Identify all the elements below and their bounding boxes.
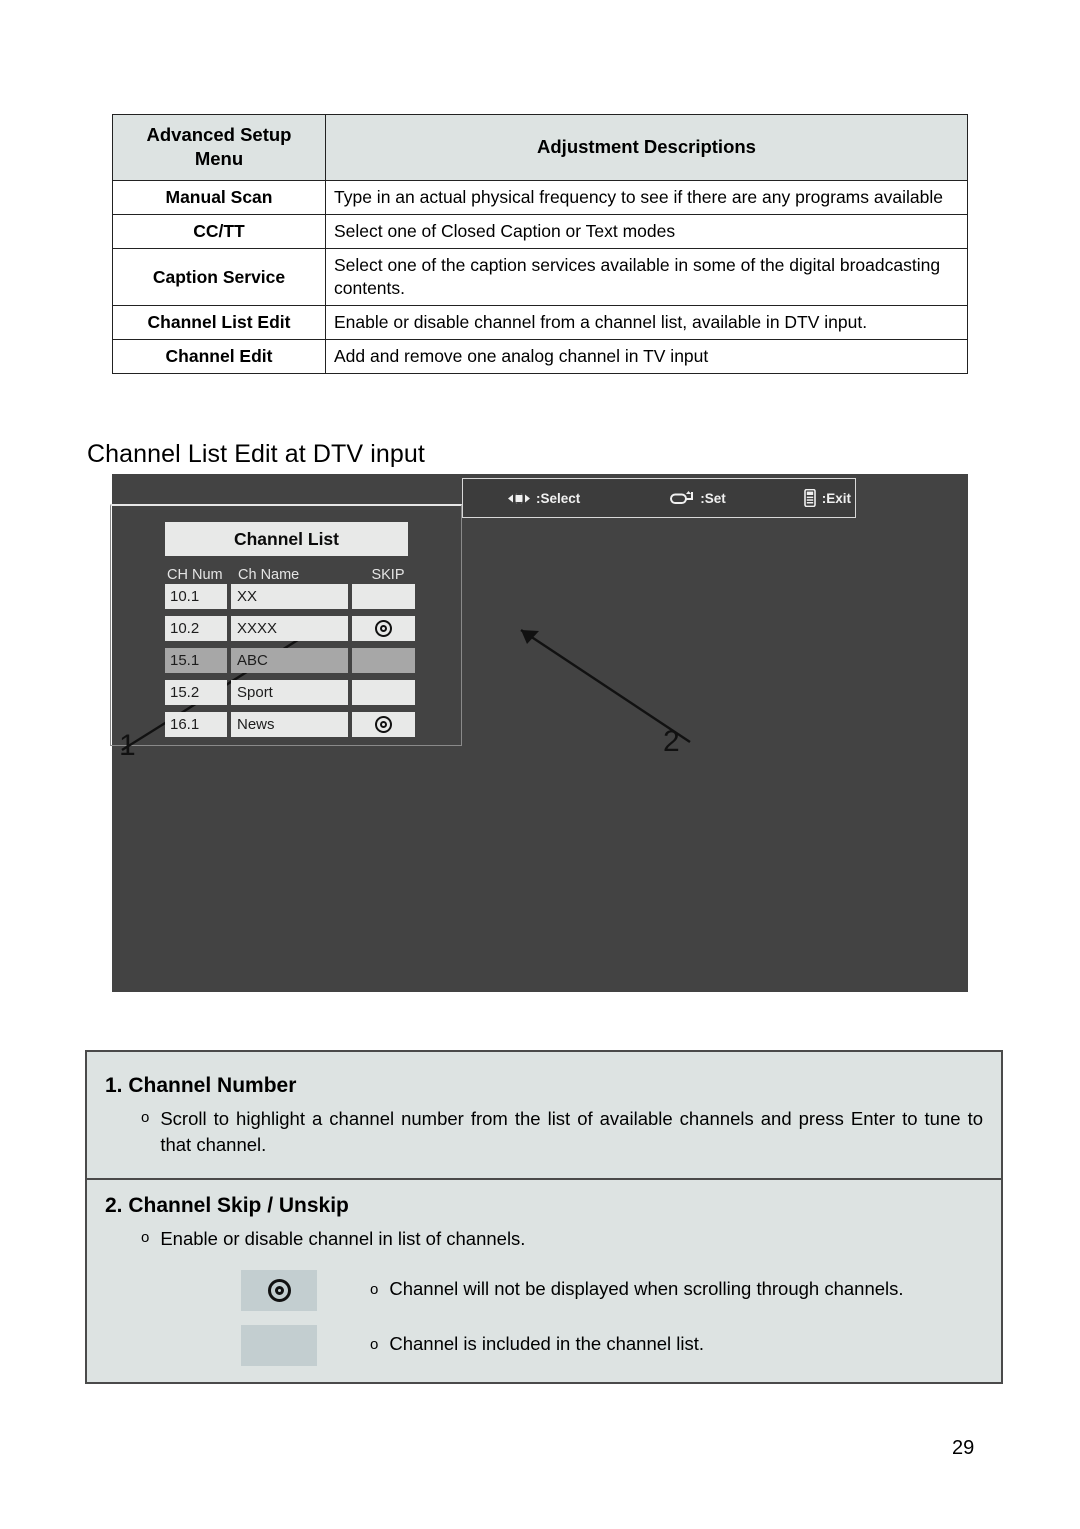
enter-icon [670, 490, 694, 506]
channel-list-grid: CH Num Ch Name SKIP 10.1 XX 10.2 XXXX 15… [165, 563, 421, 744]
table-row: Manual Scan Type in an actual physical f… [112, 179, 968, 215]
menu-description: Enable or disable channel from a channel… [325, 305, 968, 341]
hint-set-label: :Set [700, 490, 726, 506]
channel-number-cell[interactable]: 15.2 [165, 680, 227, 705]
channel-row[interactable]: 10.1 XX [165, 584, 421, 609]
column-header-ch-num: CH Num [167, 567, 223, 583]
channel-skip-cell[interactable] [352, 584, 415, 609]
remote-icon [803, 489, 816, 507]
column-header-menu: Advanced Setup Menu [112, 114, 326, 181]
hint-exit-label: :Exit [821, 490, 852, 506]
channel-skip-cell[interactable] [352, 648, 415, 673]
menu-description: Type in an actual physical frequency to … [325, 179, 968, 215]
page-number: 29 [952, 1437, 975, 1459]
table-row: CC/TT Select one of Closed Caption or Te… [112, 213, 968, 250]
hint-exit: :Exit [803, 489, 852, 507]
bullet-icon: o [141, 1228, 150, 1246]
note-bullet: o Scroll to highlight a channel number f… [105, 1106, 983, 1158]
bullet-icon: o [370, 1336, 379, 1354]
skip-marker-icon [375, 716, 392, 733]
legend-label: Channel will not be displayed when scrol… [389, 1278, 904, 1300]
osd-hint-bar: :Select :Set :Exit [462, 478, 856, 518]
channel-row[interactable]: 15.2 Sport [165, 680, 421, 705]
page-title: Channel List Edit at DTV input [87, 440, 425, 468]
note-text: Scroll to highlight a channel number fro… [160, 1108, 983, 1155]
legend-row-skip-on: o Channel will not be displayed when scr… [105, 1269, 983, 1311]
channel-row[interactable]: 15.1 ABC [165, 648, 421, 673]
menu-name: CC/TT [112, 213, 326, 250]
legend-label: Channel is included in the channel list. [389, 1333, 705, 1355]
column-header-descriptions: Adjustment Descriptions [325, 114, 968, 181]
channel-skip-cell[interactable] [352, 680, 415, 705]
dpad-icon [508, 490, 530, 506]
callout-number-1: 1 [119, 729, 136, 762]
note-block-channel-skip: 2. Channel Skip / Unskip o Enable or dis… [87, 1177, 1001, 1382]
hint-select-label: :Select [536, 490, 581, 506]
menu-name: Caption Service [112, 247, 326, 307]
channel-name-cell: XXXX [231, 616, 348, 641]
callout-number-2: 2 [663, 725, 680, 758]
note-bullet: o Enable or disable channel in list of c… [105, 1226, 983, 1252]
legend-swatch-skip-off [241, 1324, 317, 1366]
column-header-ch-name: Ch Name [238, 567, 300, 583]
menu-description: Select one of Closed Caption or Text mod… [325, 213, 968, 250]
channel-skip-cell[interactable] [352, 616, 415, 641]
table-row: Caption Service Select one of the captio… [112, 247, 968, 307]
menu-name: Manual Scan [112, 179, 326, 215]
table-row: Channel Edit Add and remove one analog c… [112, 339, 968, 375]
hint-set: :Set [670, 490, 726, 506]
menu-name: Channel Edit [112, 339, 326, 375]
skip-marker-icon [375, 620, 392, 637]
column-header-skip: SKIP [371, 567, 405, 583]
legend-row-skip-off: o Channel is included in the channel lis… [105, 1324, 983, 1366]
note-title: 2. Channel Skip / Unskip [105, 1193, 349, 1217]
legend-text-skip-on: o Channel will not be displayed when scr… [370, 1278, 904, 1302]
legend-swatch-skip-on [241, 1269, 317, 1311]
channel-row[interactable]: 16.1 News [165, 712, 421, 737]
note-text: Enable or disable channel in list of cha… [160, 1227, 526, 1249]
channel-number-cell[interactable]: 15.1 [165, 648, 227, 673]
osd-title: Channel List [165, 522, 408, 556]
hint-select: :Select [508, 490, 581, 506]
channel-number-cell[interactable]: 10.1 [165, 584, 227, 609]
channel-skip-cell[interactable] [352, 712, 415, 737]
note-title: 1. Channel Number [105, 1074, 297, 1097]
legend-text-skip-off: o Channel is included in the channel lis… [370, 1333, 704, 1357]
table-row: Channel List Edit Enable or disable chan… [112, 305, 968, 341]
advanced-setup-table: Advanced Setup Menu Adjustment Descripti… [112, 114, 968, 375]
menu-description: Select one of the caption services avail… [325, 247, 968, 307]
notes-panel: 1. Channel Number o Scroll to highlight … [85, 1050, 1003, 1384]
channel-name-cell: Sport [231, 680, 348, 705]
menu-name: Channel List Edit [112, 305, 326, 341]
note-block-channel-number: 1. Channel Number o Scroll to highlight … [87, 1052, 1001, 1178]
channel-name-cell: News [231, 712, 348, 737]
channel-name-cell: XX [231, 584, 348, 609]
skip-marker-icon [267, 1278, 291, 1302]
bullet-icon: o [370, 1281, 379, 1299]
menu-description: Add and remove one analog channel in TV … [325, 339, 968, 375]
table-header-row: Advanced Setup Menu Adjustment Descripti… [112, 114, 968, 181]
channel-number-cell[interactable]: 10.2 [165, 616, 227, 641]
channel-name-cell: ABC [231, 648, 348, 673]
bullet-icon: o [141, 1109, 150, 1126]
channel-row[interactable]: 10.2 XXXX [165, 616, 421, 641]
channel-number-cell[interactable]: 16.1 [165, 712, 227, 737]
channel-list-header-row: CH Num Ch Name SKIP [165, 563, 421, 583]
